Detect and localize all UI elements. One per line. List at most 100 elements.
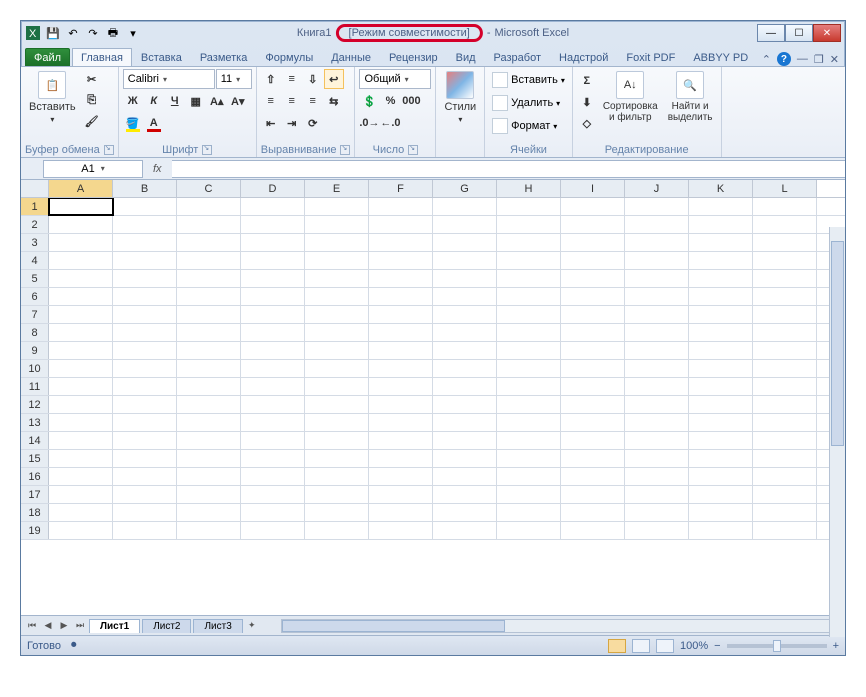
help-icon[interactable]: ? — [777, 52, 791, 66]
cell[interactable] — [369, 396, 433, 413]
row-header[interactable]: 11 — [21, 378, 49, 395]
column-header[interactable]: H — [497, 180, 561, 197]
merge-center-icon[interactable]: ⇆ — [324, 91, 344, 111]
cell[interactable] — [625, 252, 689, 269]
cell[interactable] — [177, 234, 241, 251]
row-header[interactable]: 18 — [21, 504, 49, 521]
cell[interactable] — [241, 414, 305, 431]
cell[interactable] — [305, 306, 369, 323]
scroll-thumb[interactable] — [282, 620, 505, 632]
cell[interactable] — [753, 414, 817, 431]
row-header[interactable]: 6 — [21, 288, 49, 305]
cell[interactable] — [561, 378, 625, 395]
row-header[interactable]: 7 — [21, 306, 49, 323]
cell[interactable] — [497, 324, 561, 341]
copy-icon[interactable]: ⎘ — [82, 90, 102, 110]
cell[interactable] — [241, 432, 305, 449]
row-header[interactable]: 3 — [21, 234, 49, 251]
align-center-icon[interactable]: ≡ — [282, 91, 302, 111]
cell[interactable] — [49, 198, 113, 215]
row-header[interactable]: 16 — [21, 468, 49, 485]
percent-icon[interactable]: % — [380, 91, 400, 111]
cell[interactable] — [561, 198, 625, 215]
sheet-nav-prev-icon[interactable]: ◀ — [41, 619, 55, 633]
cell[interactable] — [369, 324, 433, 341]
sort-filter-button[interactable]: A↓ Сортировка и фильтр — [599, 69, 662, 125]
cell[interactable] — [49, 486, 113, 503]
cell[interactable] — [305, 324, 369, 341]
cell[interactable] — [369, 360, 433, 377]
cell[interactable] — [689, 378, 753, 395]
cell[interactable] — [241, 396, 305, 413]
column-header[interactable]: C — [177, 180, 241, 197]
view-normal-icon[interactable] — [608, 639, 626, 653]
cell[interactable] — [689, 360, 753, 377]
doc-close-icon[interactable]: ✕ — [830, 53, 839, 66]
redo-icon[interactable]: ↷ — [85, 25, 101, 41]
cell[interactable] — [241, 252, 305, 269]
cell[interactable] — [561, 468, 625, 485]
sheet-tab[interactable]: Лист1 — [89, 619, 140, 633]
cell[interactable] — [113, 504, 177, 521]
cell[interactable] — [561, 414, 625, 431]
cell[interactable] — [497, 432, 561, 449]
cell[interactable] — [561, 252, 625, 269]
cell[interactable] — [625, 450, 689, 467]
cell[interactable] — [241, 522, 305, 539]
cell[interactable] — [177, 342, 241, 359]
cell[interactable] — [113, 234, 177, 251]
cell[interactable] — [497, 414, 561, 431]
cell[interactable] — [433, 324, 497, 341]
cell[interactable] — [49, 450, 113, 467]
cell[interactable] — [369, 504, 433, 521]
cell[interactable] — [561, 486, 625, 503]
cell[interactable] — [433, 522, 497, 539]
cell[interactable] — [625, 486, 689, 503]
fill-color-button[interactable]: 🪣 — [123, 113, 143, 133]
cell[interactable] — [177, 378, 241, 395]
fx-label[interactable]: fx — [143, 163, 172, 175]
cell[interactable] — [241, 468, 305, 485]
cell[interactable] — [369, 216, 433, 233]
cell[interactable] — [177, 504, 241, 521]
cell[interactable] — [369, 288, 433, 305]
cell[interactable] — [241, 324, 305, 341]
cell[interactable] — [433, 288, 497, 305]
find-select-button[interactable]: 🔍 Найти и выделить — [664, 69, 717, 125]
cell[interactable] — [497, 270, 561, 287]
decrease-indent-icon[interactable]: ⇤ — [261, 113, 281, 133]
cell[interactable] — [753, 468, 817, 485]
cell[interactable] — [113, 522, 177, 539]
row-header[interactable]: 17 — [21, 486, 49, 503]
cell[interactable] — [497, 360, 561, 377]
cell[interactable] — [497, 450, 561, 467]
cell[interactable] — [625, 378, 689, 395]
cell[interactable] — [433, 306, 497, 323]
cell[interactable] — [305, 288, 369, 305]
zoom-out-icon[interactable]: − — [714, 640, 720, 652]
save-icon[interactable]: 💾 — [45, 25, 61, 41]
cell[interactable] — [113, 450, 177, 467]
cell[interactable] — [753, 234, 817, 251]
align-bottom-icon[interactable]: ⇩ — [303, 69, 323, 89]
minimize-ribbon-icon[interactable]: ⌃ — [762, 53, 771, 66]
tab-home[interactable]: Главная — [72, 48, 132, 67]
column-header[interactable]: I — [561, 180, 625, 197]
cell[interactable] — [625, 288, 689, 305]
cell[interactable] — [689, 306, 753, 323]
tab-review[interactable]: Рецензир — [380, 48, 447, 66]
tab-formulas[interactable]: Формулы — [256, 48, 322, 66]
cell[interactable] — [689, 216, 753, 233]
cell[interactable] — [689, 252, 753, 269]
align-left-icon[interactable]: ≡ — [261, 91, 281, 111]
column-header[interactable]: F — [369, 180, 433, 197]
cell[interactable] — [49, 324, 113, 341]
cell[interactable] — [113, 198, 177, 215]
cell[interactable] — [369, 198, 433, 215]
cell[interactable] — [497, 234, 561, 251]
cell[interactable] — [753, 360, 817, 377]
cell[interactable] — [369, 378, 433, 395]
cell[interactable] — [49, 414, 113, 431]
cell[interactable] — [689, 234, 753, 251]
cell[interactable] — [305, 414, 369, 431]
